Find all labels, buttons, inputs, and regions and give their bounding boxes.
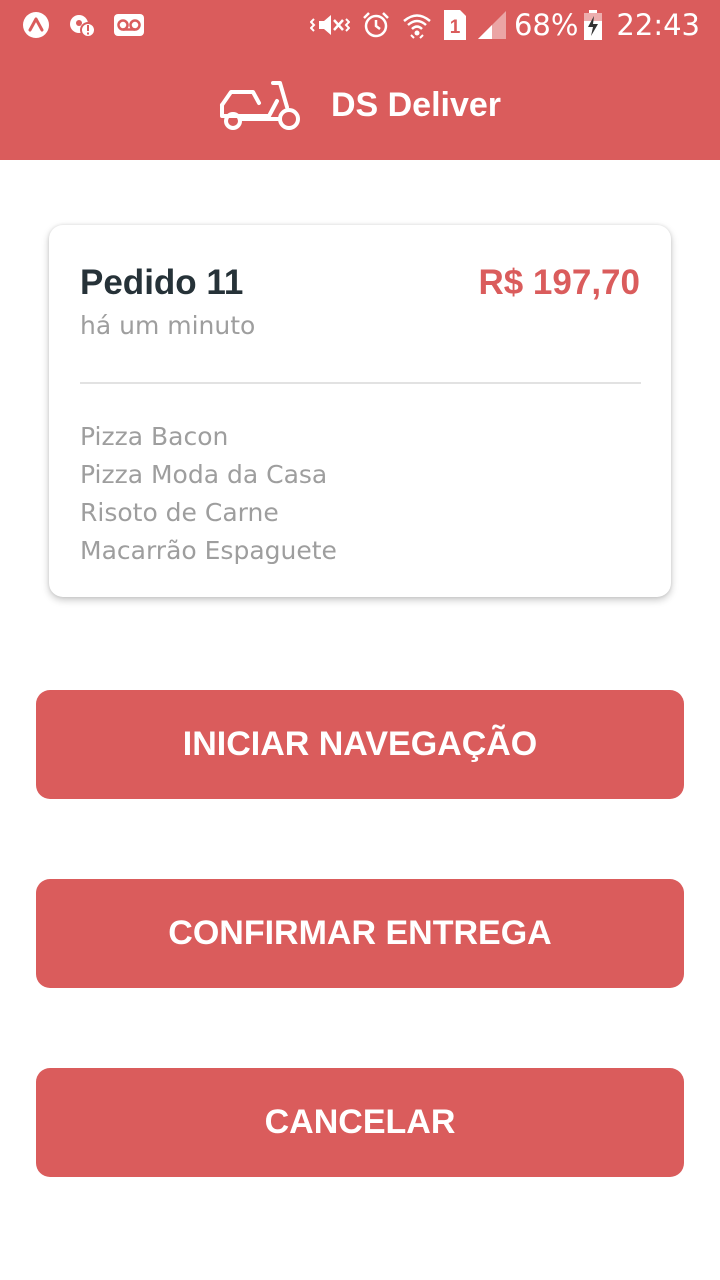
product-item: Pizza Bacon	[80, 422, 229, 451]
svg-text:1: 1	[450, 17, 461, 38]
card-divider	[80, 382, 641, 384]
status-time: 22:43	[616, 8, 700, 42]
status-bar-left	[22, 11, 162, 39]
location-alert-icon	[68, 11, 96, 39]
wifi-icon	[402, 11, 432, 39]
order-card[interactable]: Pedido 11 R$ 197,70 há um minuto Pizza B…	[49, 225, 671, 597]
order-title: Pedido 11	[80, 263, 244, 302]
app-title: DS Deliver	[330, 85, 502, 124]
motorcycle-icon	[219, 79, 301, 131]
app-notification-icon	[22, 11, 50, 39]
signal-icon	[477, 11, 506, 39]
start-navigation-button[interactable]: INICIAR NAVEGAÇÃO	[36, 690, 684, 799]
product-item: Pizza Moda da Casa	[80, 460, 328, 489]
product-list: Pizza Bacon Pizza Moda da Casa Risoto de…	[80, 418, 337, 570]
confirm-delivery-button[interactable]: CONFIRMAR ENTREGA	[36, 879, 684, 988]
sim-1-icon: 1	[443, 10, 466, 40]
product-item: Risoto de Carne	[80, 498, 279, 527]
app-header: DS Deliver	[0, 50, 720, 160]
status-bar-right: 1 68% 22:43	[298, 8, 700, 42]
voicemail-icon	[114, 14, 144, 36]
status-bar: 1 68% 22:43	[0, 0, 720, 50]
product-item: Macarrão Espaguete	[80, 536, 337, 565]
mute-vibrate-icon	[309, 11, 350, 39]
battery-charging-icon	[584, 10, 603, 40]
alarm-icon	[362, 11, 390, 39]
order-time: há um minuto	[80, 311, 256, 340]
battery-percent: 68%	[513, 8, 579, 42]
order-price: R$ 197,70	[478, 263, 640, 302]
cancel-button[interactable]: CANCELAR	[36, 1068, 684, 1177]
